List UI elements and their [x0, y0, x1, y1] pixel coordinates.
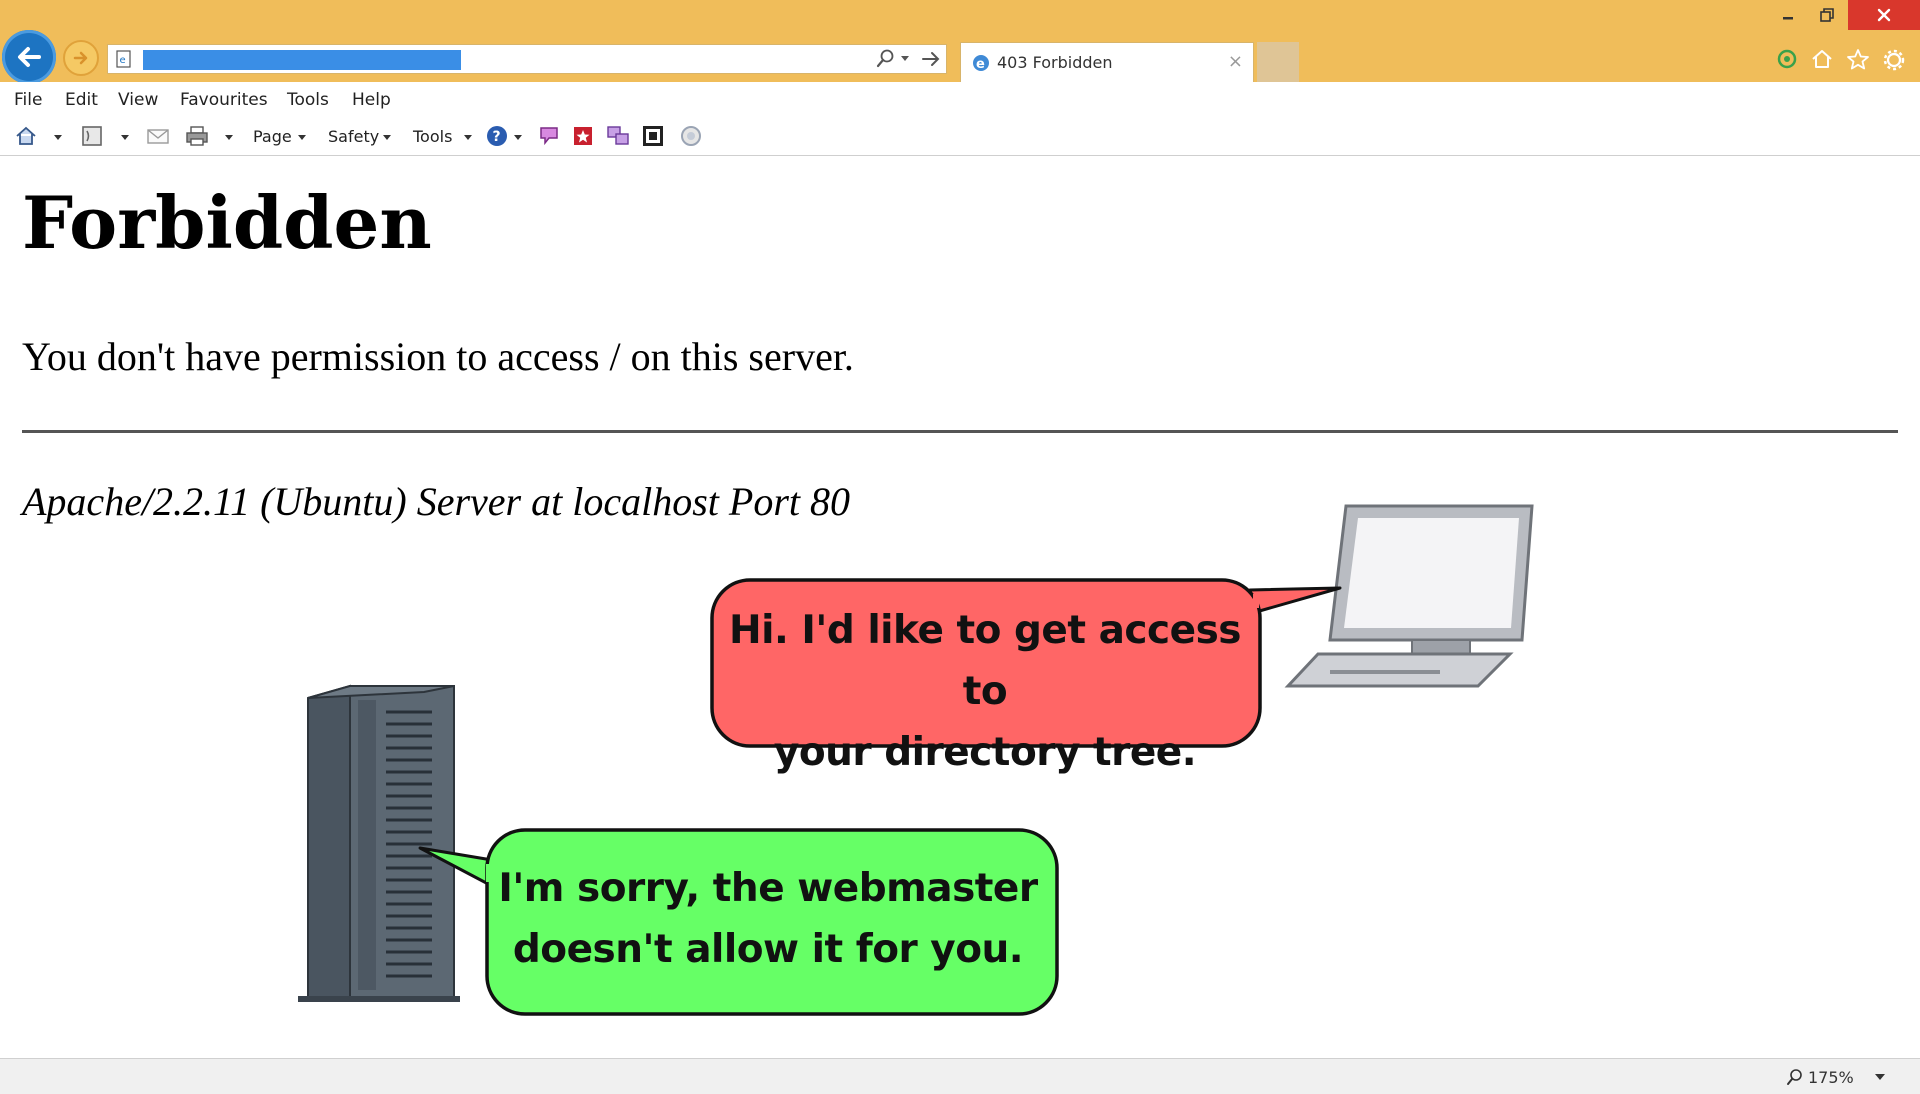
status-bar: 175% — [0, 1058, 1920, 1094]
command-bar: Page Safety Tools ? — [0, 116, 1920, 156]
chevron-down-icon[interactable] — [900, 55, 910, 63]
home-icon[interactable] — [14, 124, 38, 148]
print-icon[interactable] — [184, 124, 210, 148]
chevron-down-icon[interactable] — [54, 135, 62, 140]
server-signature: Apache/2.2.11 (Ubuntu) Server at localho… — [22, 479, 851, 524]
tab-title: 403 Forbidden — [997, 53, 1113, 72]
client-bubble-line-1: Hi. I'd like to get access to — [728, 608, 1242, 714]
tools-menu-button[interactable]: Tools — [413, 127, 452, 146]
server-bubble-text: I'm sorry, the webmaster doesn't allow i… — [498, 858, 1038, 980]
favorites-star-icon[interactable] — [1846, 48, 1870, 70]
horizontal-rule — [22, 430, 1898, 433]
address-text-selection[interactable] — [143, 50, 461, 70]
menu-file[interactable]: File — [14, 90, 42, 110]
menu-edit[interactable]: Edit — [65, 90, 98, 110]
browser-title-bar: e e 403 Forbidden × — [0, 0, 1920, 84]
chevron-down-icon[interactable] — [298, 135, 306, 140]
search-icon[interactable] — [876, 48, 896, 70]
close-icon — [1877, 8, 1891, 22]
gear-icon[interactable] — [1882, 48, 1906, 72]
error-message: You don't have permission to access / on… — [22, 334, 854, 379]
tab-close-button[interactable]: × — [1228, 51, 1243, 72]
server-bubble-line-2: doesn't allow it for you. — [512, 927, 1024, 972]
address-bar[interactable]: e — [107, 44, 947, 74]
forward-button[interactable] — [63, 40, 99, 76]
svg-text:e: e — [976, 57, 985, 72]
client-bubble-line-2: your directory tree. — [773, 730, 1197, 775]
safety-menu-button[interactable]: Safety — [328, 127, 379, 146]
zoom-icon[interactable] — [1786, 1067, 1804, 1087]
arrow-right-icon — [73, 51, 88, 65]
menu-bar: File Edit View Favourites Tools Help — [0, 82, 1920, 116]
zoom-level[interactable]: 175% — [1808, 1068, 1854, 1087]
close-window-button[interactable] — [1848, 0, 1920, 30]
minimize-button[interactable] — [1770, 0, 1806, 30]
page-heading: Forbidden — [22, 180, 432, 265]
menu-tools[interactable]: Tools — [287, 90, 329, 110]
computer-icon — [1284, 504, 1534, 688]
chevron-down-icon[interactable] — [464, 135, 472, 140]
server-bubble-line-1: I'm sorry, the webmaster — [498, 866, 1038, 911]
menu-favourites[interactable]: Favourites — [180, 90, 268, 110]
green-circle-icon[interactable] — [1776, 48, 1798, 70]
arrow-left-icon — [18, 47, 41, 67]
addon-icon-3[interactable] — [605, 124, 631, 148]
server-tower-icon — [298, 684, 460, 1002]
addon-icon-4[interactable] — [641, 124, 665, 148]
mail-icon[interactable] — [145, 124, 171, 148]
chevron-down-icon[interactable] — [514, 135, 522, 140]
chevron-down-icon[interactable] — [383, 135, 391, 140]
addon-icon-5[interactable] — [679, 124, 703, 148]
go-arrow-icon[interactable] — [920, 48, 942, 70]
page-icon: e — [116, 50, 131, 68]
svg-text:?: ? — [493, 129, 501, 145]
client-bubble-text: Hi. I'd like to get access to your direc… — [720, 600, 1250, 783]
restore-button[interactable] — [1808, 0, 1846, 30]
page-menu-button[interactable]: Page — [253, 127, 292, 146]
chevron-down-icon[interactable] — [1875, 1074, 1885, 1080]
svg-text:e: e — [120, 55, 126, 66]
chevron-down-icon[interactable] — [121, 135, 129, 140]
tab-active[interactable]: e 403 Forbidden × — [960, 42, 1254, 82]
help-icon[interactable]: ? — [485, 124, 509, 148]
chevron-down-icon[interactable] — [225, 135, 233, 140]
restore-icon — [1820, 8, 1834, 22]
ie-page-icon: e — [973, 55, 989, 72]
home-icon[interactable] — [1810, 48, 1834, 70]
addon-icon-1[interactable] — [537, 124, 561, 148]
feeds-icon[interactable] — [80, 124, 104, 148]
back-button[interactable] — [2, 30, 56, 84]
new-tab-button[interactable] — [1257, 42, 1299, 82]
minimize-icon — [1783, 17, 1793, 20]
menu-help[interactable]: Help — [352, 90, 391, 110]
addon-icon-2[interactable] — [571, 124, 595, 148]
menu-view[interactable]: View — [118, 90, 158, 110]
